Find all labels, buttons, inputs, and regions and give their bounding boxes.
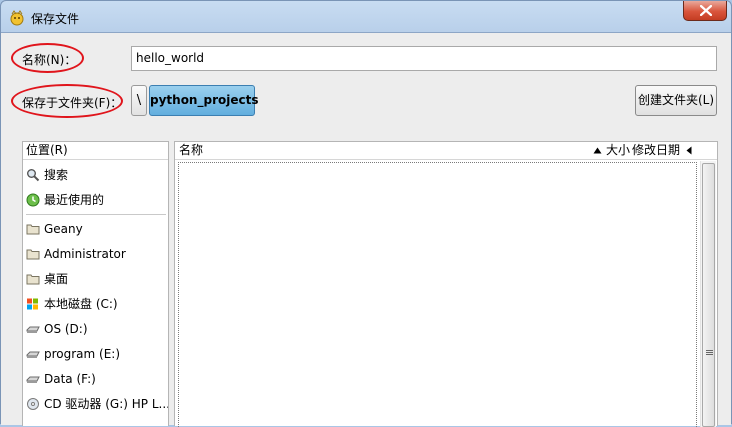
path-segment-button[interactable]: python_projects [149,85,258,116]
save-file-dialog: 保存文件 名称(N)： hello_world 保存于文件夹(F)： \ pyt… [0,0,732,427]
place-label: OS (D:) [44,322,88,336]
column-name-header[interactable]: 名称 [179,142,203,159]
folder-icon [26,224,40,235]
close-icon [700,5,712,16]
place-item-drive-d[interactable]: OS (D:) [26,319,168,339]
scroll-grip-icon [706,352,713,353]
place-item-administrator[interactable]: Administrator [26,244,168,264]
place-label: 最近使用的 [44,193,105,207]
places-separator [26,214,166,215]
window-title: 保存文件 [31,12,80,26]
file-list-header: 名称 大小 修改日期 [175,142,717,160]
close-button[interactable] [683,1,727,21]
place-item-drive-f[interactable]: Data (F:) [26,369,168,389]
places-pane: 位置(R) 搜索 最近使用的 Geany Administrator 桌面 本地… [22,141,169,426]
folder-icon [26,274,40,285]
drive-icon [26,326,40,333]
vertical-scrollbar[interactable] [700,161,716,427]
cd-drive-icon [27,398,39,410]
scrollbar-thumb[interactable] [702,163,715,427]
column-size-header[interactable]: 大小 [606,142,630,159]
columns-overflow-icon[interactable] [686,146,692,155]
drive-icon [26,351,40,358]
scroll-grip-icon [706,350,713,351]
place-label: 桌面 [44,272,69,286]
file-list-pane: 名称 大小 修改日期 [174,141,718,427]
place-label: Data (F:) [44,372,96,386]
file-list-area[interactable] [178,162,697,427]
folder-icon [26,249,40,260]
scroll-grip-icon [706,354,713,355]
drive-icon [26,376,40,383]
dialog-body: 名称(N)： hello_world 保存于文件夹(F)： \ python_p… [1,32,731,427]
sort-ascending-icon [593,147,602,154]
search-icon [27,169,40,182]
place-item-search[interactable]: 搜索 [26,165,168,185]
place-item-drive-e[interactable]: program (E:) [26,344,168,364]
highlight-circle-name [11,43,84,73]
place-item-drive-c[interactable]: 本地磁盘 (C:) [26,294,168,314]
place-item-geany[interactable]: Geany [26,219,168,239]
highlight-circle-folder [11,84,123,118]
places-header[interactable]: 位置(R) [23,142,168,160]
place-label: 本地磁盘 (C:) [44,297,118,311]
system-drive-icon [27,298,38,310]
place-label: program (E:) [44,347,121,361]
recent-icon [26,193,40,207]
create-folder-button[interactable]: 创建文件夹(L) [635,85,717,116]
path-root-button[interactable]: \ [131,85,147,116]
column-modified-header[interactable]: 修改日期 [632,142,680,159]
app-icon [10,10,24,26]
place-item-recent[interactable]: 最近使用的 [26,190,168,210]
filename-input[interactable]: hello_world [131,46,717,71]
place-item-desktop[interactable]: 桌面 [26,269,168,289]
place-label: Administrator [44,247,126,261]
place-label: 搜索 [44,168,69,182]
place-label: Geany [44,222,83,236]
place-label: CD 驱动器 (G:) HP L... [44,397,168,411]
place-item-drive-g[interactable]: CD 驱动器 (G:) HP L... [26,394,168,414]
title-bar: 保存文件 [1,1,731,33]
